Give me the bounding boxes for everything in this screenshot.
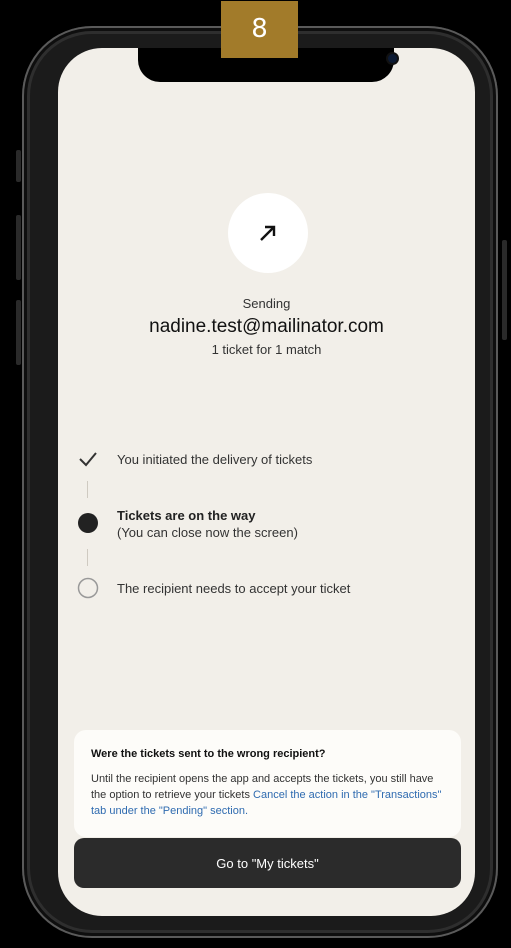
recipient-email: nadine.test@mailinator.com	[149, 316, 384, 337]
status-icon-circle	[228, 193, 308, 273]
step-number-badge: 8	[221, 1, 298, 58]
step-connector	[87, 481, 88, 498]
volume-up-button	[16, 215, 21, 280]
filled-dot-icon	[77, 512, 99, 534]
mute-switch	[16, 150, 21, 182]
wrong-recipient-card: Were the tickets sent to the wrong recip…	[74, 730, 461, 837]
arrow-up-right-icon	[260, 225, 276, 241]
step-done-text: You initiated the delivery of tickets	[117, 452, 313, 467]
info-card-title: Were the tickets sent to the wrong recip…	[91, 748, 326, 760]
go-to-my-tickets-button[interactable]: Go to "My tickets"	[74, 838, 461, 888]
step-current-subtitle: (You can close now the screen)	[117, 525, 298, 540]
info-card-body: Until the recipient opens the app and ac…	[91, 771, 451, 819]
camera-icon	[388, 54, 397, 63]
step-connector	[87, 549, 88, 566]
empty-circle-icon	[77, 577, 99, 599]
step-current-title: Tickets are on the way	[117, 508, 256, 523]
app-screen: Sending nadine.test@mailinator.com 1 tic…	[58, 48, 475, 916]
checkmark-icon	[77, 448, 99, 470]
step-pending-text: The recipient needs to accept your ticke…	[117, 581, 351, 596]
status-heading: Sending	[242, 296, 291, 311]
volume-down-button	[16, 300, 21, 365]
power-button	[502, 240, 507, 340]
ticket-summary: 1 ticket for 1 match	[211, 342, 322, 357]
